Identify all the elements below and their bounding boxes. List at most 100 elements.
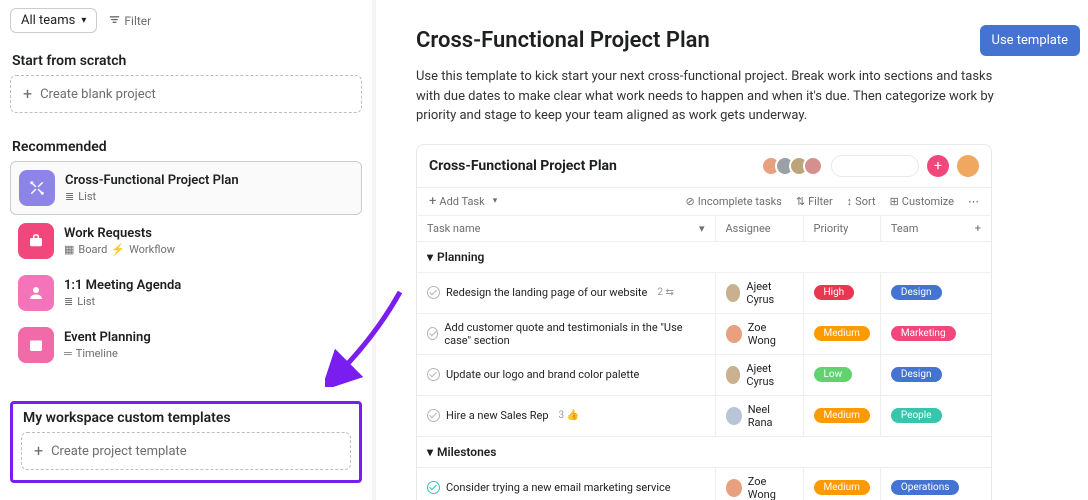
recommended-item[interactable]: Event Planning ═ Timeline — [10, 319, 362, 371]
complete-toggle[interactable] — [427, 409, 440, 422]
add-member-button[interactable]: + — [927, 155, 949, 177]
filter-button[interactable]: Filter — [109, 14, 151, 28]
calendar-icon — [18, 327, 54, 363]
avatar — [726, 479, 742, 497]
chevron-down-icon: ▾ — [699, 222, 705, 235]
template-name: Work Requests — [64, 226, 175, 241]
view-icon: ═ — [64, 347, 72, 360]
chevron-down-icon: ▾ — [427, 445, 433, 459]
avatar — [726, 407, 742, 425]
view-label: Timeline — [76, 347, 118, 360]
create-template-label: Create project template — [51, 444, 187, 459]
template-description: Use this template to kick start your nex… — [416, 67, 996, 126]
filter-button[interactable]: ⇅Filter — [796, 195, 833, 208]
customize-button[interactable]: ⊞Customize — [890, 195, 954, 208]
complete-toggle[interactable] — [427, 368, 440, 381]
col-assignee[interactable]: Assignee — [715, 215, 803, 241]
use-template-button[interactable]: Use template — [980, 25, 1080, 56]
task-row[interactable]: Add customer quote and testimonials in t… — [417, 313, 991, 354]
create-blank-project[interactable]: + Create blank project — [10, 75, 362, 113]
template-name: Event Planning — [64, 330, 151, 345]
annotation-arrow — [325, 287, 405, 391]
assignee-name: Neel Rana — [748, 403, 793, 429]
task-name: Redesign the landing page of our website — [446, 286, 647, 299]
team-tag[interactable]: People — [891, 408, 942, 423]
filter-icon — [109, 14, 120, 28]
view-label: List — [77, 295, 95, 308]
chevron-down-icon[interactable]: ▾ — [493, 196, 498, 206]
card-title: Cross-Functional Project Plan — [429, 158, 617, 174]
col-priority[interactable]: Priority — [803, 215, 880, 241]
plus-icon: + — [23, 86, 32, 102]
assignee-name: Ajeet Cyrus — [746, 280, 792, 306]
create-blank-label: Create blank project — [40, 87, 156, 102]
incomplete-tasks[interactable]: ⊘Incomplete tasks — [686, 195, 782, 208]
start-from-scratch-title: Start from scratch — [12, 53, 362, 69]
custom-templates-title: My workspace custom templates — [23, 410, 351, 426]
team-tag[interactable]: Marketing — [891, 326, 956, 341]
briefcase-icon — [18, 223, 54, 259]
view-label: Board — [78, 243, 107, 256]
view-icon: ▦ — [64, 243, 74, 256]
task-row[interactable]: Consider trying a new email marketing se… — [417, 467, 991, 500]
task-extras: 3 👍 — [559, 410, 580, 421]
priority-tag[interactable]: High — [814, 285, 855, 300]
add-task-button[interactable]: +Add Task — [429, 194, 485, 209]
task-extras: 2 ⇆ — [657, 287, 673, 298]
avatar — [726, 325, 742, 343]
team-tag[interactable]: Design — [891, 367, 942, 382]
assignee-name: Zoe Wong — [748, 321, 793, 347]
recommended-title: Recommended — [12, 139, 362, 155]
priority-tag[interactable]: Medium — [814, 480, 870, 495]
people-icon — [18, 275, 54, 311]
sort-icon: ↕ — [847, 195, 853, 208]
priority-tag[interactable]: Medium — [814, 326, 870, 341]
view-icon: ≣ — [64, 295, 73, 308]
more-icon[interactable]: ⋯ — [968, 195, 979, 208]
template-name: Cross-Functional Project Plan — [65, 173, 239, 188]
team-tag[interactable]: Design — [891, 285, 942, 300]
plus-icon: + — [34, 443, 43, 459]
create-project-template[interactable]: + Create project template — [21, 432, 351, 470]
sort-button[interactable]: ↕Sort — [847, 195, 876, 208]
col-task[interactable]: Task name ▾ — [417, 215, 715, 241]
template-preview-card: Cross-Functional Project Plan + +Add Tas… — [416, 144, 992, 500]
priority-tag[interactable]: Medium — [814, 408, 870, 423]
col-team[interactable]: Team+ — [880, 215, 991, 241]
view-icon: ≣ — [65, 190, 74, 203]
complete-toggle[interactable] — [427, 327, 438, 340]
template-title: Cross-Functional Project Plan — [416, 28, 1078, 53]
check-icon: ⊘ — [686, 195, 695, 208]
chevron-down-icon: ▾ — [427, 250, 433, 264]
task-name: Hire a new Sales Rep — [446, 409, 549, 422]
task-name: Update our logo and brand color palette — [446, 368, 639, 381]
task-name: Add customer quote and testimonials in t… — [444, 321, 704, 347]
template-name: 1:1 Meeting Agenda — [64, 278, 181, 293]
avatar — [726, 366, 741, 384]
filter-label: Filter — [124, 14, 151, 28]
recommended-item[interactable]: 1:1 Meeting Agenda ≣ List — [10, 267, 362, 319]
workflow-label: Workflow — [129, 243, 175, 256]
avatar — [726, 284, 741, 302]
search-input[interactable] — [831, 155, 919, 177]
task-row[interactable]: Update our logo and brand color palette … — [417, 354, 991, 395]
section-header[interactable]: ▾Milestones — [417, 436, 991, 467]
task-row[interactable]: Redesign the landing page of our website… — [417, 272, 991, 313]
complete-toggle[interactable] — [427, 481, 440, 494]
chevron-down-icon: ▾ — [81, 15, 86, 26]
member-avatars[interactable] — [767, 156, 823, 176]
section-header[interactable]: ▾Planning — [417, 241, 991, 272]
grid-icon: ⊞ — [890, 195, 899, 208]
teams-dropdown[interactable]: All teams ▾ — [10, 8, 97, 33]
left-panel: All teams ▾ Filter Start from scratch + … — [0, 0, 376, 500]
team-tag[interactable]: Operations — [891, 480, 960, 495]
priority-tag[interactable]: Low — [814, 367, 853, 382]
recommended-list: Cross-Functional Project Plan ≣List Work… — [10, 161, 362, 371]
assignee-name: Ajeet Cyrus — [746, 362, 792, 388]
add-column-icon[interactable]: + — [975, 222, 981, 235]
current-user-avatar[interactable] — [957, 155, 979, 177]
recommended-item[interactable]: Cross-Functional Project Plan ≣List — [10, 161, 362, 215]
task-row[interactable]: Hire a new Sales Rep 3 👍 Neel Rana Medium… — [417, 395, 991, 436]
recommended-item[interactable]: Work Requests ▦Board ⚡Workflow — [10, 215, 362, 267]
complete-toggle[interactable] — [427, 286, 440, 299]
